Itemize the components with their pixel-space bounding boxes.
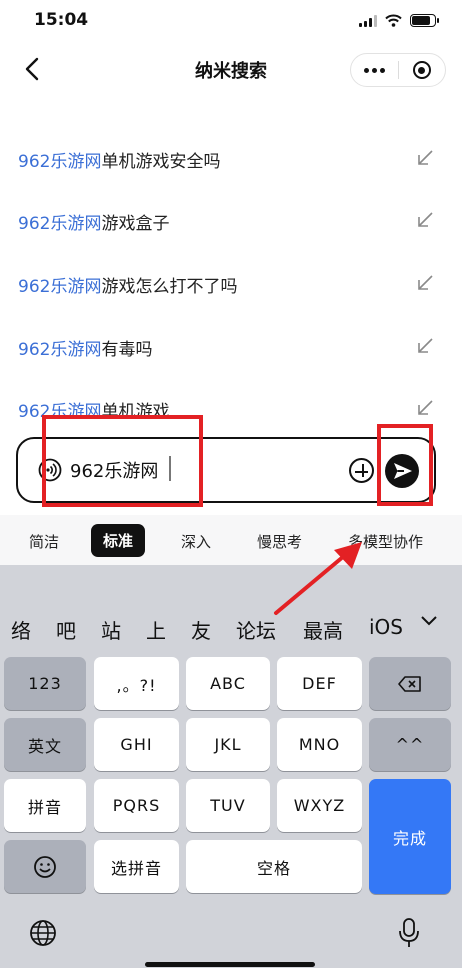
backspace-icon: [398, 675, 421, 692]
key-abc[interactable]: ABC: [186, 657, 270, 710]
battery-icon: [410, 14, 439, 27]
fill-arrow-icon[interactable]: [416, 274, 434, 292]
mode-bar: 简洁 标准 深入 慢思考 多模型协作: [0, 515, 462, 565]
key-123[interactable]: 123: [4, 657, 86, 710]
mode-deep[interactable]: 深入: [181, 531, 211, 552]
annotation-arrow: [274, 542, 362, 615]
plus-icon[interactable]: [349, 458, 374, 483]
candidate[interactable]: 站: [101, 615, 121, 644]
suggestion-text: 962乐游网有毒吗: [18, 340, 153, 360]
mode-concise[interactable]: 简洁: [29, 531, 59, 552]
annotation-box-send: [377, 424, 433, 506]
key-pqrs[interactable]: PQRS: [94, 779, 179, 832]
more-button[interactable]: [351, 54, 398, 86]
key-mno[interactable]: MNO: [277, 718, 362, 771]
fill-arrow-icon[interactable]: [416, 399, 434, 417]
candidate-bar: 络 吧 站 上 友 论坛 最高 iOS: [0, 598, 462, 648]
candidate[interactable]: 络: [11, 615, 31, 644]
key-ghi[interactable]: GHI: [94, 718, 179, 771]
space-key[interactable]: 空格: [186, 840, 362, 893]
suggestion-item[interactable]: 962乐游网游戏盒子: [0, 201, 462, 241]
chevron-down-icon[interactable]: [420, 615, 438, 627]
status-time: 15:04: [34, 10, 89, 30]
key-emoticon[interactable]: ^^: [369, 718, 451, 771]
candidate[interactable]: 友: [191, 615, 211, 644]
wifi-icon: [385, 14, 402, 27]
key-pinyin[interactable]: 拼音: [4, 779, 86, 832]
suggestion-text: 962乐游网游戏盒子: [18, 214, 170, 234]
suggestion-partial-row: [18, 96, 438, 104]
done-key[interactable]: 完成: [369, 779, 451, 894]
close-program-button[interactable]: [399, 54, 446, 86]
suggestion-item[interactable]: 962乐游网单机游戏安全吗: [0, 139, 462, 179]
key-select-pinyin[interactable]: 选拼音: [94, 840, 179, 893]
key-wxyz[interactable]: WXYZ: [277, 779, 362, 832]
backspace-key[interactable]: [369, 657, 451, 710]
suggestion-item[interactable]: 962乐游网有毒吗: [0, 327, 462, 367]
candidate[interactable]: iOS: [369, 615, 403, 639]
key-jkl[interactable]: JKL: [186, 718, 270, 771]
status-icons: [359, 14, 439, 27]
suggestion-text: 962乐游网游戏怎么打不了吗: [18, 277, 238, 297]
fill-arrow-icon[interactable]: [416, 211, 434, 229]
globe-icon[interactable]: [28, 918, 58, 948]
more-dots-icon: [363, 67, 385, 73]
key-punctuation[interactable]: ,。?!: [94, 657, 179, 710]
home-indicator: [145, 962, 315, 967]
suggestion-item[interactable]: 962乐游网游戏怎么打不了吗: [0, 264, 462, 304]
suggestion-text: 962乐游网单机游戏安全吗: [18, 152, 221, 172]
candidate[interactable]: 吧: [56, 615, 76, 644]
emoji-icon: [34, 855, 56, 878]
mic-icon[interactable]: [398, 917, 420, 949]
target-icon: [412, 61, 431, 79]
suggestion-list: 962乐游网单机游戏安全吗 962乐游网游戏盒子 962乐游网游戏怎么打不了吗 …: [0, 96, 462, 426]
annotation-box-input: [42, 415, 203, 507]
mode-standard[interactable]: 标准: [91, 524, 146, 557]
emoji-key[interactable]: [4, 840, 86, 893]
fill-arrow-icon[interactable]: [416, 149, 434, 167]
signal-icon: [359, 14, 377, 27]
key-tuv[interactable]: TUV: [186, 779, 270, 832]
key-def[interactable]: DEF: [277, 657, 362, 710]
mini-program-capsule: [350, 53, 446, 87]
fill-arrow-icon[interactable]: [416, 337, 434, 355]
candidate[interactable]: 上: [146, 615, 166, 644]
key-english[interactable]: 英文: [4, 718, 86, 771]
